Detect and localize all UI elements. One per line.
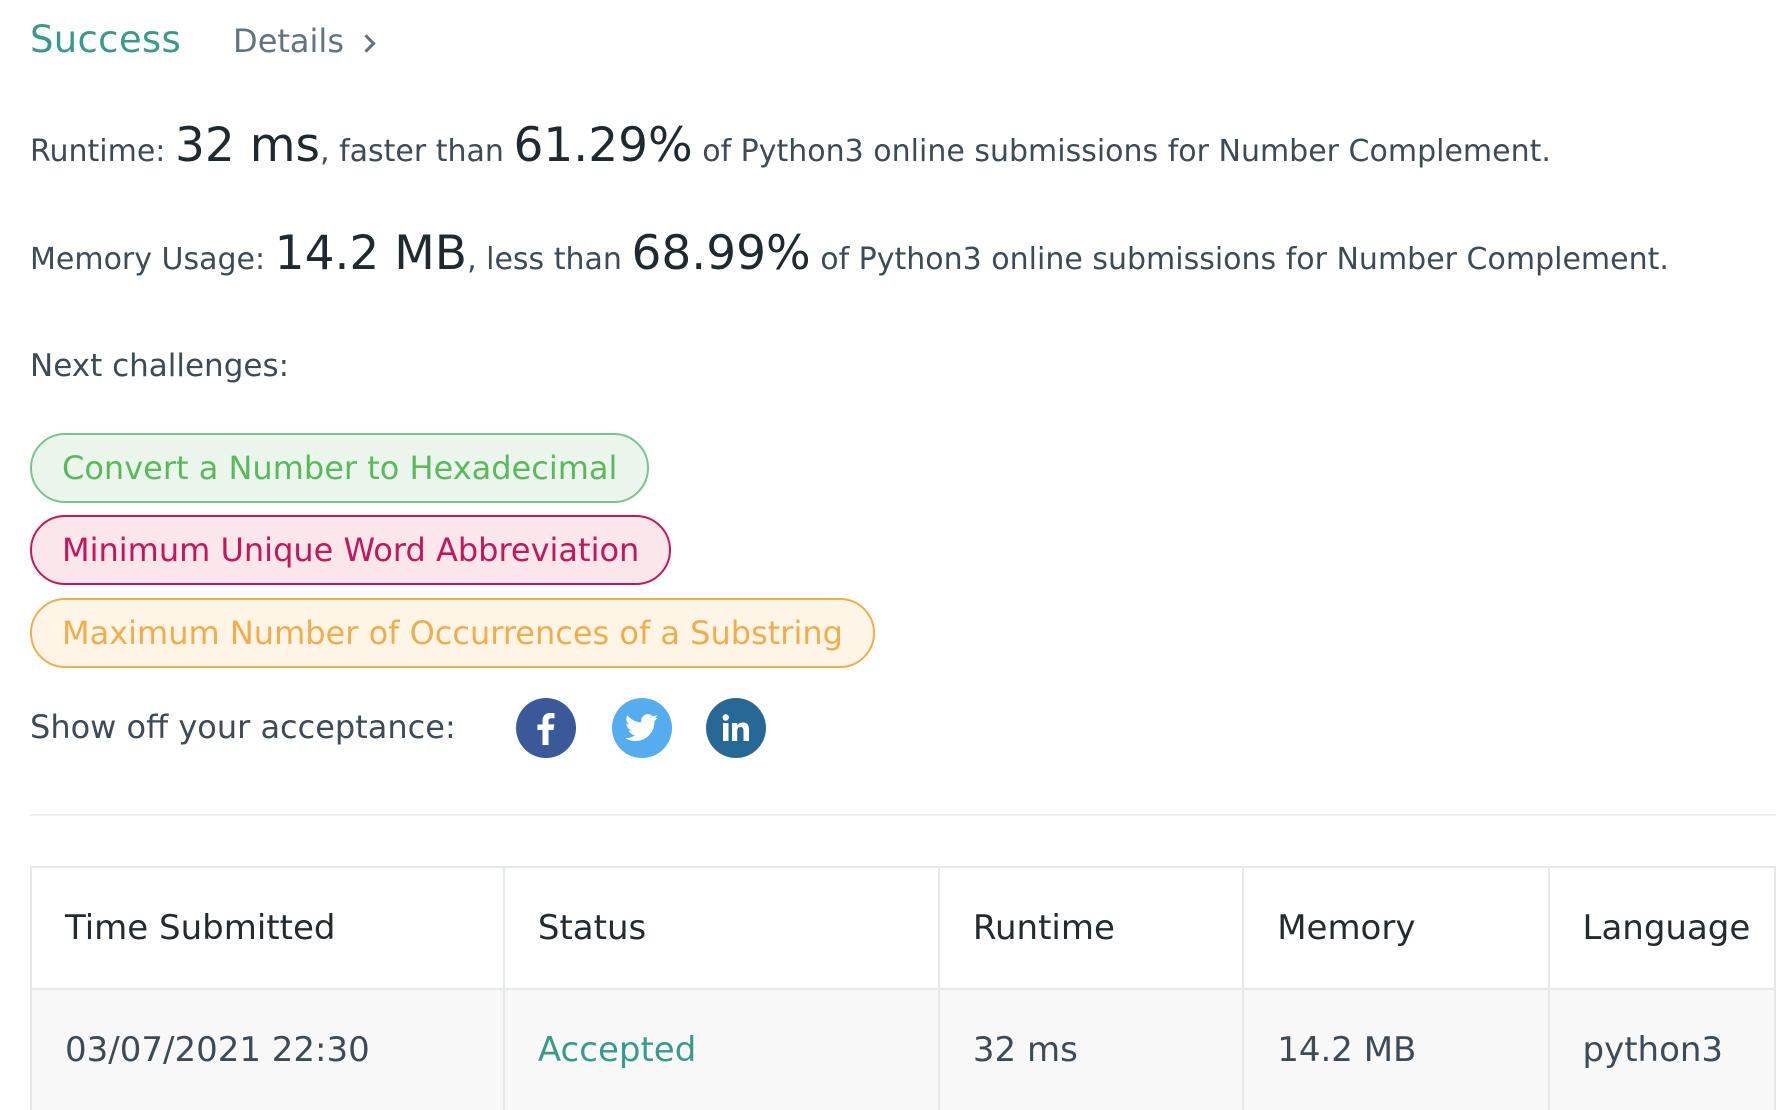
memory-percent: 68.99%: [631, 226, 811, 281]
header-runtime: Runtime: [939, 868, 1245, 988]
cell-language: python3: [1582, 1030, 1724, 1070]
table-row: 03/07/2021 22:30 Accepted 32 ms 14.2 MB …: [32, 988, 1774, 1110]
facebook-icon: [537, 713, 555, 745]
runtime-suffix: of Python3 online submissions for Number…: [702, 134, 1551, 169]
header-language: Language: [1549, 868, 1775, 988]
next-challenges-label: Next challenges:: [30, 348, 290, 384]
cell-runtime: 32 ms: [940, 990, 1245, 1110]
memory-comparison: , less than: [467, 242, 622, 277]
runtime-value: 32 ms: [174, 118, 320, 173]
result-header: Success Details: [30, 18, 376, 61]
memory-prefix: Memory Usage:: [30, 242, 266, 277]
facebook-share-button[interactable]: [516, 698, 576, 758]
memory-stat: Memory Usage: 14.2 MB, less than 68.99% …: [30, 226, 1669, 281]
challenge-link-substring-occurrences[interactable]: Maximum Number of Occurrences of a Subst…: [30, 598, 875, 668]
chevron-right-icon: [357, 33, 376, 53]
details-link[interactable]: Details: [233, 22, 376, 60]
cell-time-submitted: 03/07/2021 22:30: [32, 990, 505, 1110]
memory-suffix: of Python3 online submissions for Number…: [820, 242, 1669, 277]
status-title: Success: [30, 18, 182, 61]
table-header-row: Time Submitted Status Runtime Memory Lan…: [32, 868, 1775, 988]
memory-value: 14.2 MB: [274, 226, 468, 281]
submissions-table: Time Submitted Status Runtime Memory Lan…: [30, 866, 1776, 1110]
cell-memory: 14.2 MB: [1244, 990, 1550, 1110]
header-memory: Memory: [1244, 868, 1550, 988]
runtime-prefix: Runtime:: [30, 134, 166, 169]
accepted-status-link[interactable]: Accepted: [538, 1030, 696, 1070]
section-divider: [30, 814, 1776, 816]
challenge-link-hexadecimal[interactable]: Convert a Number to Hexadecimal: [30, 433, 650, 503]
twitter-share-button[interactable]: [612, 698, 672, 758]
share-label: Show off your acceptance:: [30, 708, 456, 746]
linkedin-icon: [722, 714, 749, 741]
twitter-icon: [625, 714, 659, 742]
header-status: Status: [504, 868, 940, 988]
runtime-stat: Runtime: 32 ms, faster than 61.29% of Py…: [30, 118, 1551, 173]
runtime-comparison: , faster than: [320, 134, 504, 169]
submission-result-page: Success Details Runtime: 32 ms, faster t…: [0, 0, 1786, 1110]
runtime-percent: 61.29%: [513, 118, 693, 173]
linkedin-share-button[interactable]: [706, 698, 766, 758]
header-time-submitted: Time Submitted: [32, 868, 505, 988]
cell-status: Accepted: [505, 990, 940, 1110]
details-label: Details: [233, 22, 344, 60]
challenge-link-word-abbreviation[interactable]: Minimum Unique Word Abbreviation: [30, 515, 672, 585]
